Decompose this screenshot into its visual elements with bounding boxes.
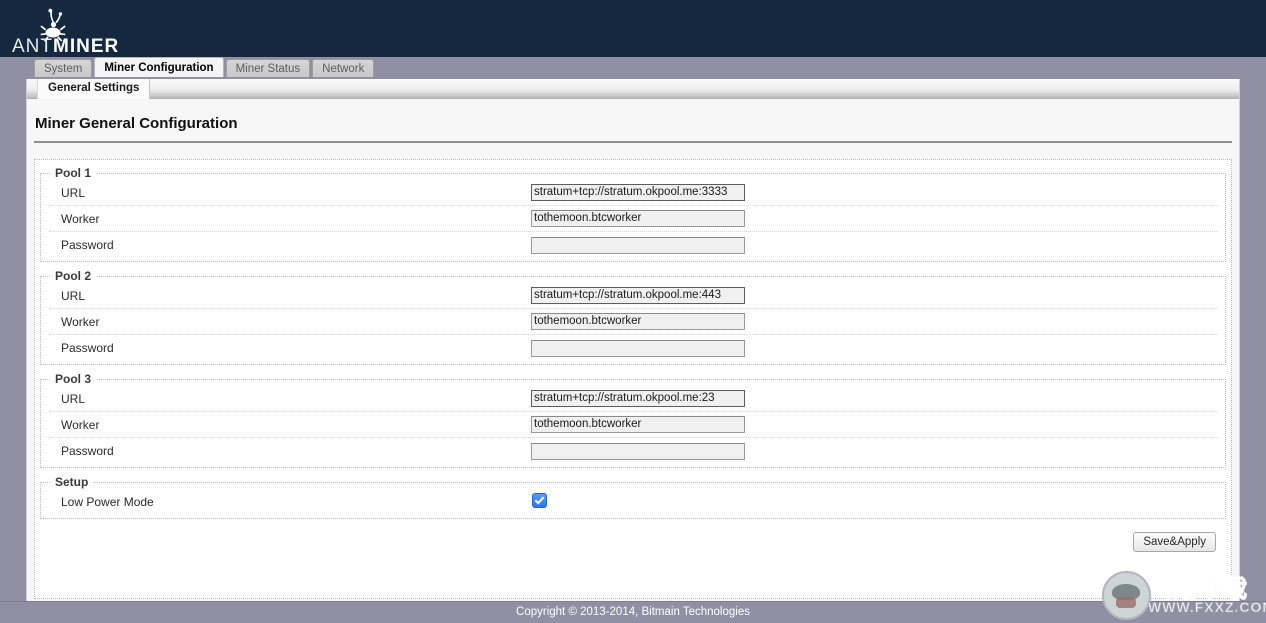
page-title: Miner General Configuration <box>35 115 238 132</box>
low-power-mode-label: Low Power Mode <box>61 495 154 509</box>
tab-miner-status[interactable]: Miner Status <box>225 59 311 77</box>
subtab-general-settings[interactable]: General Settings <box>37 79 151 99</box>
pool-3-worker-control <box>531 416 745 433</box>
pool-1-password-control <box>531 236 745 254</box>
pool-3-password-control <box>531 442 745 460</box>
pool-1-worker-label: Worker <box>61 211 100 226</box>
setup-fieldset: Setup Low Power Mode <box>40 475 1226 519</box>
pool-2-fieldset: Pool 2 URL Worker Password <box>40 269 1226 365</box>
tab-miner-configuration[interactable]: Miner Configuration <box>94 57 224 77</box>
footer-copyright: Copyright © 2013-2014, Bitmain Technolog… <box>0 601 1266 623</box>
main-tabbar: System Miner Configuration Miner Status Net… <box>0 57 1266 79</box>
low-power-mode-row: Low Power Mode <box>49 489 1217 515</box>
app-header: ANTMINER <box>0 0 1266 57</box>
pool-1-worker-control <box>531 210 745 227</box>
pool-2-url-control <box>531 287 745 304</box>
pool-3-worker-row: Worker <box>49 412 1217 438</box>
tab-system[interactable]: System <box>34 59 93 77</box>
pool-2-worker-row: Worker <box>49 309 1217 335</box>
pool-2-password-label: Password <box>61 341 114 355</box>
pool-3-legend: Pool 3 <box>55 372 92 386</box>
pool-3-url-row: URL <box>49 386 1217 412</box>
pool-2-legend: Pool 2 <box>55 269 92 283</box>
antminer-logo: ANTMINER <box>8 6 118 54</box>
pool-2-url-label: URL <box>61 288 86 303</box>
low-power-mode-control <box>531 493 547 511</box>
sub-tabbar: General Settings <box>26 79 1240 99</box>
pool-3-fieldset: Pool 3 URL Worker Password <box>40 372 1226 468</box>
pool-3-worker-input[interactable] <box>531 416 745 433</box>
pool-1-password-row: Password <box>49 232 1217 258</box>
low-power-mode-checkbox[interactable] <box>532 493 547 508</box>
pool-2-worker-control <box>531 313 745 330</box>
pool-1-url-control <box>531 184 745 201</box>
pool-1-worker-row: Worker <box>49 206 1217 232</box>
logo-wordmark-light: ANTMINER <box>12 36 118 54</box>
pool-3-password-row: Password <box>49 438 1217 464</box>
pool-3-worker-label: Worker <box>61 417 100 432</box>
pool-2-password-row: Password <box>49 335 1217 361</box>
title-divider <box>34 141 1232 143</box>
pool-1-worker-input[interactable] <box>531 210 745 227</box>
pool-1-password-input[interactable] <box>531 236 745 254</box>
pool-2-password-control <box>531 339 745 357</box>
content-panel: Miner General Configuration Pool 1 URL W… <box>26 99 1240 602</box>
pool-2-url-input[interactable] <box>531 287 745 304</box>
pool-1-url-row: URL <box>49 180 1217 206</box>
pool-1-legend: Pool 1 <box>55 166 92 180</box>
pool-1-fieldset: Pool 1 URL Worker Password <box>40 166 1226 262</box>
pool-1-url-label: URL <box>61 185 86 200</box>
configuration-form: Pool 1 URL Worker Password <box>34 159 1232 599</box>
pool-2-worker-label: Worker <box>61 314 100 329</box>
pool-3-url-control <box>531 390 745 407</box>
pool-1-password-label: Password <box>61 238 114 252</box>
pool-3-password-label: Password <box>61 444 114 458</box>
pool-3-url-label: URL <box>61 391 86 406</box>
logo-wordmark-bold: MINER <box>53 36 118 54</box>
setup-legend: Setup <box>55 475 89 489</box>
save-and-apply-button[interactable]: Save&Apply <box>1133 532 1216 552</box>
pool-2-password-input[interactable] <box>531 339 745 357</box>
pool-3-url-input[interactable] <box>531 390 745 407</box>
pool-1-url-input[interactable] <box>531 184 745 201</box>
tab-network[interactable]: Network <box>312 59 375 77</box>
pool-3-password-input[interactable] <box>531 442 745 460</box>
pool-2-worker-input[interactable] <box>531 313 745 330</box>
pool-2-url-row: URL <box>49 283 1217 309</box>
action-bar: Save&Apply <box>40 526 1226 566</box>
